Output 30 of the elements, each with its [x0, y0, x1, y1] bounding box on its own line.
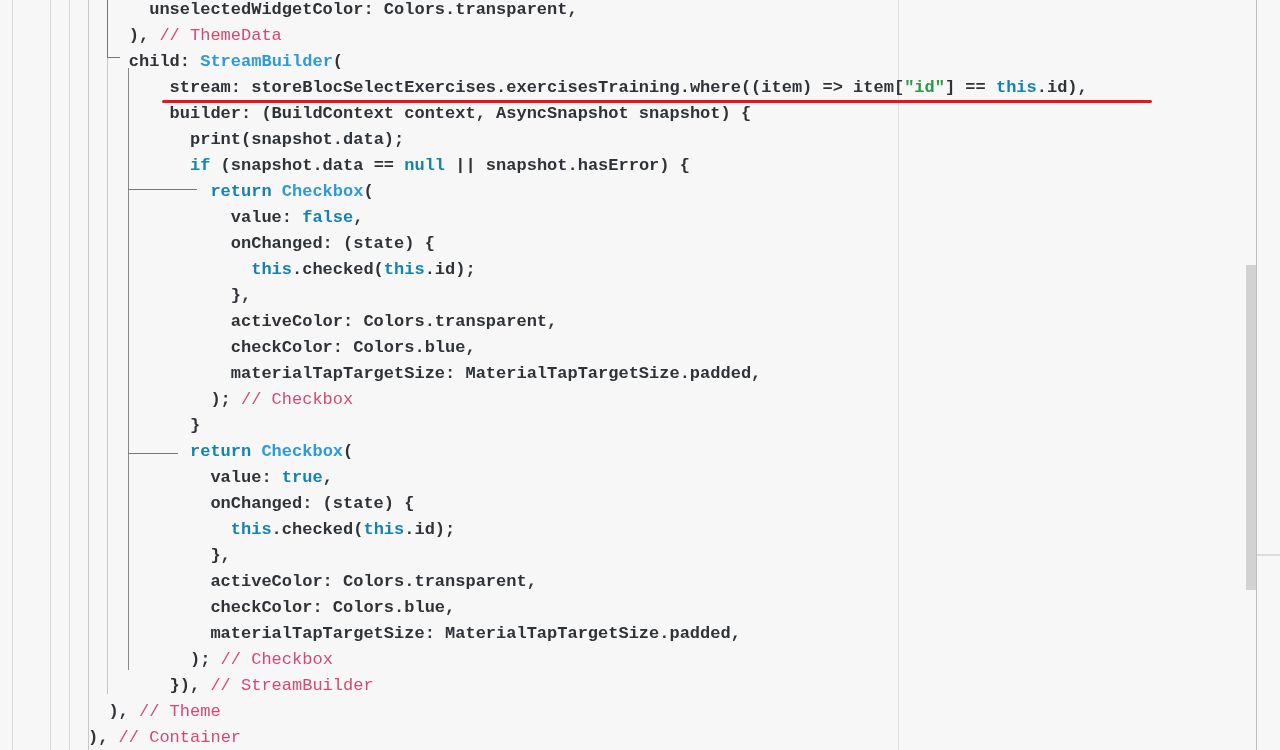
- code-line: checkColor: Colors.blue,: [230, 339, 476, 357]
- code-line: ); // Checkbox: [190, 651, 333, 669]
- code-line: activeColor: Colors.transparent,: [230, 313, 558, 331]
- code-line: ), // ThemeData: [128, 27, 282, 45]
- scrollbar-thumb[interactable]: [1246, 265, 1256, 590]
- code-line: onChanged: (state) {: [230, 235, 435, 253]
- code-line: checkColor: Colors.blue,: [210, 599, 456, 617]
- code-line: materialTapTargetSize: MaterialTapTargetSize.padded,: [230, 365, 762, 383]
- code-line: }), // StreamBuilder: [169, 677, 374, 695]
- code-line: this.checked(this.id);: [251, 261, 476, 279]
- code-line: }: [190, 417, 201, 435]
- code-line: child: StreamBuilder(: [128, 53, 344, 71]
- code-line: value: false,: [230, 209, 364, 227]
- code-line: builder: (BuildContext context, AsyncSnapshot snapshot) {: [169, 105, 752, 123]
- code-line: ), // Container: [88, 729, 242, 747]
- code-line: activeColor: Colors.transparent,: [210, 573, 537, 591]
- code-line: unselectedWidgetColor: Colors.transparent,: [149, 1, 578, 19]
- code-line: ); // Checkbox: [210, 391, 354, 409]
- code-line: },: [210, 547, 231, 565]
- code-line: stream: storeBlocSelectExercises.exercisesTraining.where((item) => item["id"] == this.id),: [169, 79, 1088, 97]
- code-line: onChanged: (state) {: [210, 495, 415, 513]
- code-line: return Checkbox(: [190, 443, 354, 461]
- code-line: print(snapshot.data);: [190, 131, 405, 149]
- code-line: materialTapTargetSize: MaterialTapTargetSize.padded,: [210, 625, 741, 643]
- code-line: if (snapshot.data == null || snapshot.hasError) {: [190, 157, 690, 175]
- code-line: return Checkbox(: [210, 183, 374, 201]
- code-line: ), // Theme: [108, 703, 221, 721]
- code-line: value: true,: [210, 469, 333, 487]
- code-line: this.checked(this.id);: [230, 521, 456, 539]
- code-line: },: [230, 287, 252, 305]
